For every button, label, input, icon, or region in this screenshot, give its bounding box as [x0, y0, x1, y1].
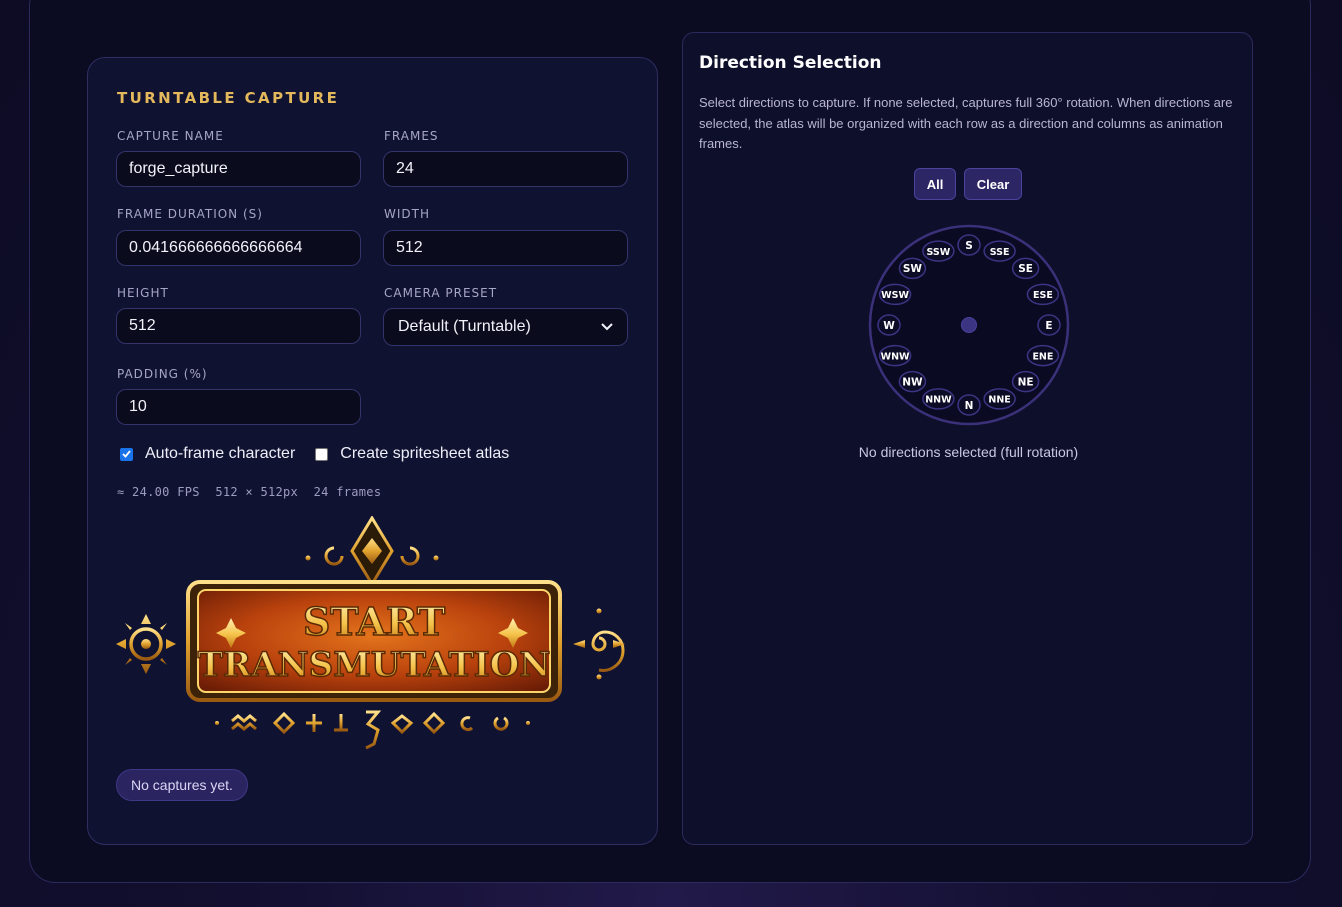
start-line2: TRANSMUTATION — [198, 645, 551, 685]
start-transmutation-button[interactable]: START TRANSMUTATION — [116, 516, 628, 756]
capture-options: Auto-frame character Create spritesheet … — [120, 445, 529, 463]
direction-chip-label: ESE — [1033, 290, 1053, 301]
direction-chip-nnw[interactable]: NNW — [922, 388, 955, 410]
capture-name-input[interactable] — [116, 151, 361, 187]
direction-chip-label: E — [1045, 320, 1052, 332]
capture-stats: ≈ 24.00 FPS 512 × 512px 24 frames — [117, 485, 389, 499]
select-all-button[interactable]: All — [914, 168, 956, 200]
direction-chip-nne[interactable]: NNE — [983, 388, 1016, 410]
direction-chip-label: SW — [903, 263, 923, 275]
padding-label: PADDING (%) — [117, 367, 208, 381]
camera-preset-label: CAMERA PRESET — [384, 286, 498, 300]
direction-chip-label: S — [965, 240, 973, 252]
atlas-label[interactable]: Create spritesheet atlas — [340, 445, 509, 463]
clear-button[interactable]: Clear — [964, 168, 1022, 200]
auto-frame-label[interactable]: Auto-frame character — [145, 445, 295, 463]
frames-label: FRAMES — [384, 129, 439, 143]
direction-chip-ene[interactable]: ENE — [1026, 344, 1060, 367]
direction-chip-s[interactable]: S — [957, 234, 981, 256]
direction-chip-label: N — [965, 400, 974, 412]
rune-row-icon — [215, 710, 530, 750]
turntable-capture-panel: TURNTABLE CAPTURE CAPTURE NAME FRAMES FR… — [87, 57, 658, 845]
direction-title: Direction Selection — [699, 53, 882, 73]
sun-ornament-icon — [116, 614, 176, 674]
width-label: WIDTH — [384, 207, 430, 221]
direction-chip-label: WNW — [881, 351, 910, 362]
captures-status-badge: No captures yet. — [116, 769, 248, 801]
width-input[interactable] — [383, 230, 628, 266]
direction-chip-label: SSE — [990, 247, 1010, 258]
spiral-ornament-icon — [573, 608, 625, 680]
frame-duration-label: FRAME DURATION (S) — [117, 207, 263, 221]
auto-frame-checkbox[interactable] — [120, 447, 133, 461]
fps-stat: ≈ 24.00 FPS — [117, 485, 200, 499]
camera-preset-value: Default (Turntable) — [398, 318, 531, 335]
direction-chip-label: ENE — [1032, 351, 1053, 362]
camera-preset-select[interactable]: Default (Turntable) — [383, 308, 628, 346]
size-stat: 512 × 512px — [215, 485, 299, 499]
panel-title: TURNTABLE CAPTURE — [117, 89, 340, 107]
direction-dial: S SSE SE ESE E ENE NE NNE N NNWNW WNW W WSW SW SSW — [868, 224, 1070, 426]
direction-chip-n[interactable]: N — [957, 394, 981, 416]
direction-chip-ese[interactable]: ESE — [1026, 283, 1060, 306]
direction-chip-se[interactable]: SE — [1011, 257, 1040, 280]
frame-duration-input[interactable] — [116, 230, 361, 266]
chevron-down-icon — [601, 320, 613, 334]
height-input[interactable] — [116, 308, 361, 344]
direction-description: Select directions to capture. If none se… — [699, 95, 1233, 151]
direction-chip-w[interactable]: W — [877, 314, 901, 336]
top-ornament-icon — [305, 516, 439, 587]
capture-name-label: CAPTURE NAME — [117, 129, 224, 143]
atlas-checkbox[interactable] — [315, 447, 329, 461]
direction-chip-label: NW — [902, 376, 923, 388]
direction-chip-ne[interactable]: NE — [1011, 370, 1040, 393]
direction-chip-wsw[interactable]: WSW — [878, 283, 912, 306]
direction-chip-label: W — [883, 320, 895, 332]
direction-chip-label: NE — [1018, 376, 1034, 388]
direction-chip-nw[interactable]: NW — [898, 370, 927, 393]
direction-selection-panel: Direction Selection Select directions to… — [682, 32, 1253, 845]
height-label: HEIGHT — [117, 286, 169, 300]
frames-input[interactable] — [383, 151, 628, 187]
direction-chip-wnw[interactable]: WNW — [878, 344, 912, 367]
direction-chip-label: SE — [1018, 263, 1033, 275]
direction-chip-label: NNW — [925, 395, 952, 406]
padding-input[interactable] — [116, 389, 361, 425]
direction-status: No directions selected (full rotation) — [858, 444, 1079, 460]
direction-chip-label: NNE — [988, 395, 1010, 406]
direction-chip-e[interactable]: E — [1037, 314, 1061, 336]
direction-chip-label: SSW — [927, 247, 951, 258]
direction-chip-ssw[interactable]: SSW — [922, 240, 955, 262]
direction-chip-sw[interactable]: SW — [898, 257, 927, 280]
direction-chip-label: WSW — [881, 290, 909, 301]
direction-chip-sse[interactable]: SSE — [983, 240, 1016, 262]
start-line1: START — [303, 599, 445, 644]
frames-stat: 24 frames — [313, 485, 382, 499]
